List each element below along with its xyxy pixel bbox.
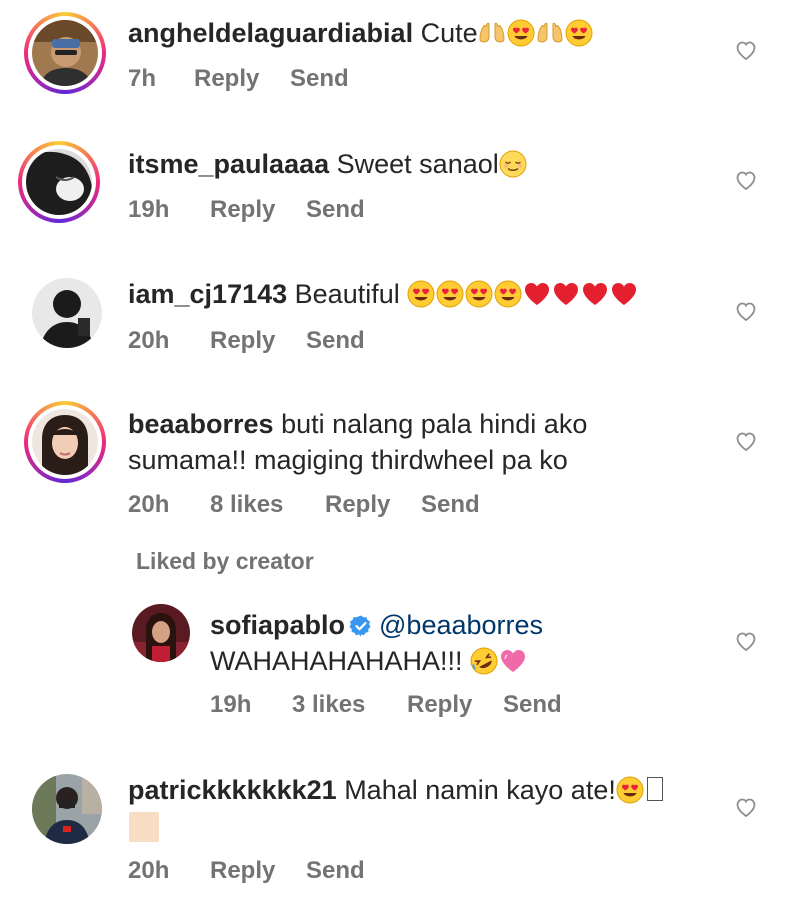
comment-meta: 20h 8 likes Reply Send <box>128 491 480 519</box>
send-button[interactable]: Send <box>290 65 349 93</box>
avatar-story-ring[interactable] <box>24 401 106 483</box>
skin-tone-swatch <box>129 812 159 842</box>
comment-meta: 19h Reply Send <box>128 196 365 224</box>
heart-eyes-icon <box>407 280 435 308</box>
comment-meta: 7h Reply Send <box>128 65 349 93</box>
comment-text: itsme_paulaaaa Sweet sanaol <box>128 147 528 181</box>
avatar-story-ring[interactable] <box>18 141 100 223</box>
comment-username[interactable]: patrickkkkkkk21 <box>128 775 337 805</box>
raised-hands-icon <box>536 19 564 47</box>
reply-text-line2: WAHAHAHAHAHA!!! <box>210 644 528 678</box>
heart-eyes-icon <box>507 19 535 47</box>
avatar <box>26 149 92 215</box>
like-heart-icon[interactable] <box>734 429 758 453</box>
comment-username[interactable]: iam_cj17143 <box>128 279 287 309</box>
comment-meta: 20h Reply Send <box>128 857 365 885</box>
reply-button[interactable]: Reply <box>194 65 290 93</box>
relieved-face-icon <box>499 150 527 178</box>
avatar <box>32 20 98 86</box>
reply-button[interactable]: Reply <box>210 327 306 355</box>
like-heart-icon[interactable] <box>734 168 758 192</box>
comment-body-line2: sumama!! magiging thirdwheel pa ko <box>128 445 568 475</box>
comment-body: Beautiful <box>294 279 400 309</box>
comment-time: 20h <box>128 857 170 884</box>
avatar-story-ring[interactable] <box>24 12 106 94</box>
comment-username[interactable]: beaaborres <box>128 409 274 439</box>
avatar[interactable] <box>132 604 190 662</box>
comment-body: Mahal namin kayo ate! <box>344 775 616 805</box>
pink-heart-icon <box>499 647 527 675</box>
send-button[interactable]: Send <box>421 491 480 519</box>
red-heart-icon <box>581 280 609 308</box>
heart-eyes-icon <box>565 19 593 47</box>
liked-by-creator-label: Liked by creator <box>136 548 314 574</box>
comment-text: beaaborres buti nalang pala hindi ako <box>128 407 587 441</box>
comment-body-line1: buti nalang pala hindi ako <box>281 409 588 439</box>
comment-time: 20h <box>128 491 170 518</box>
comment-text: iam_cj17143 Beautiful <box>128 277 639 311</box>
heart-eyes-icon <box>616 776 644 804</box>
reply-username[interactable]: sofiapablo <box>210 610 345 640</box>
comment-meta: 20h Reply Send <box>128 327 365 355</box>
send-button[interactable]: Send <box>306 327 365 355</box>
reply-meta: 19h 3 likes Reply Send <box>210 691 562 719</box>
missing-glyph-icon <box>646 777 663 801</box>
rofl-icon <box>470 647 498 675</box>
comment-body: Cute <box>420 18 478 48</box>
mention-link[interactable]: @beaaborres <box>379 610 543 640</box>
comment-time: 19h <box>128 196 170 223</box>
like-heart-icon[interactable] <box>734 795 758 819</box>
comment-text: patrickkkkkkk21 Mahal namin kayo ate! <box>128 773 663 807</box>
reply-button[interactable]: Reply <box>210 196 306 224</box>
send-button[interactable]: Send <box>306 196 365 224</box>
comment-text-line2: sumama!! magiging thirdwheel pa ko <box>128 443 568 477</box>
raised-hands-icon <box>478 19 506 47</box>
comment-username[interactable]: angheldelaguardiabial <box>128 18 413 48</box>
like-heart-icon[interactable] <box>734 299 758 323</box>
likes-count[interactable]: 8 likes <box>210 491 325 519</box>
comment-text: angheldelaguardiabial Cute <box>128 16 594 50</box>
red-heart-icon <box>610 280 638 308</box>
red-heart-icon <box>523 280 551 308</box>
comment-username[interactable]: itsme_paulaaaa <box>128 149 329 179</box>
send-button[interactable]: Send <box>503 691 562 719</box>
heart-eyes-icon <box>436 280 464 308</box>
avatar[interactable] <box>32 278 102 348</box>
reply-button[interactable]: Reply <box>407 691 503 719</box>
comment-time: 7h <box>128 65 157 92</box>
heart-eyes-icon <box>465 280 493 308</box>
send-button[interactable]: Send <box>306 857 365 885</box>
reply-time: 19h <box>210 691 252 718</box>
red-heart-icon <box>552 280 580 308</box>
comment-time: 20h <box>128 327 170 354</box>
comment-body: Sweet sanaol <box>336 149 499 179</box>
avatar[interactable] <box>32 774 102 844</box>
reply-button[interactable]: Reply <box>210 857 306 885</box>
heart-eyes-icon <box>494 280 522 308</box>
likes-count[interactable]: 3 likes <box>292 691 407 719</box>
like-heart-icon[interactable] <box>734 38 758 62</box>
verified-badge-icon <box>349 615 371 637</box>
reply-button[interactable]: Reply <box>325 491 421 519</box>
reply-body: WAHAHAHAHAHA!!! <box>210 646 463 676</box>
like-heart-icon[interactable] <box>734 629 758 653</box>
reply-text: sofiapablo @beaaborres <box>210 608 543 642</box>
avatar <box>32 409 98 475</box>
